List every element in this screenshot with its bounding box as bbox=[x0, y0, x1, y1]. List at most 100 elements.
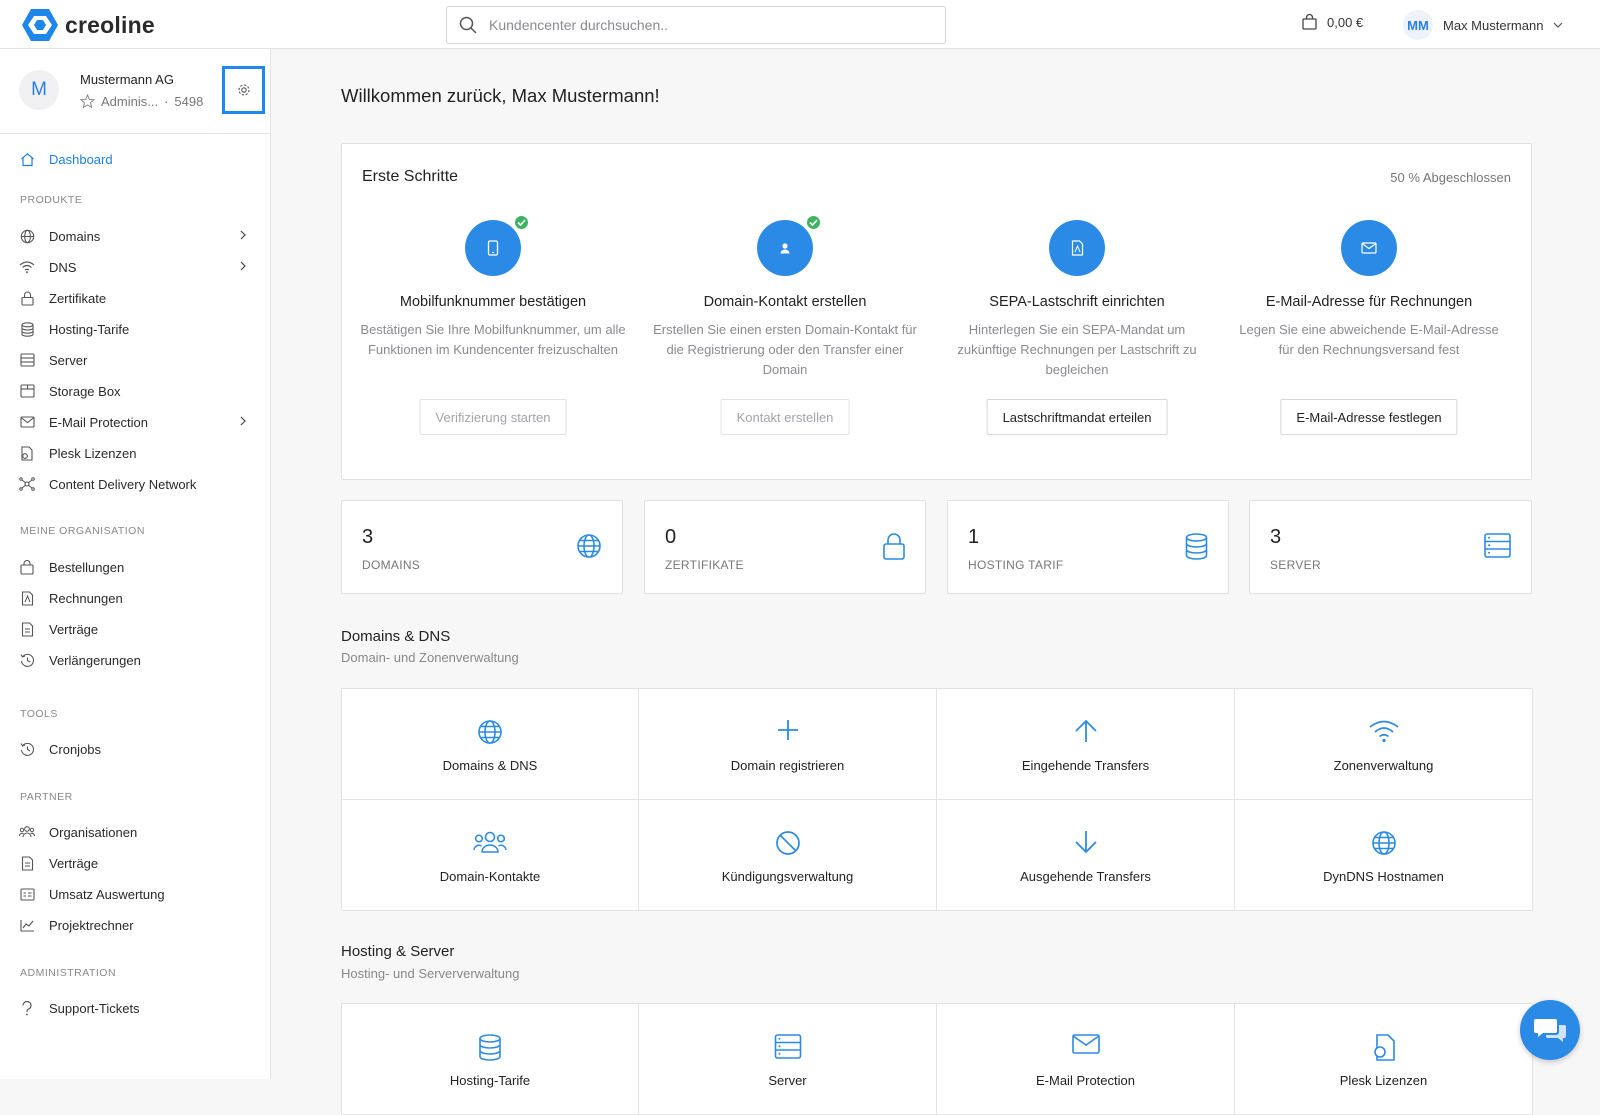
tile-label: Server bbox=[768, 1073, 807, 1088]
sidebar-item-dns[interactable]: DNS bbox=[0, 253, 270, 281]
sidebar-item-label: Dashboard bbox=[49, 151, 113, 167]
star-icon[interactable] bbox=[80, 94, 95, 109]
sidebar-item-server[interactable]: Server bbox=[0, 346, 270, 374]
sidebar-item-projektrechner[interactable]: Projektrechner bbox=[0, 911, 270, 939]
tile-zonenverwaltung[interactable]: Zonenverwaltung bbox=[1235, 689, 1533, 800]
envelope-icon bbox=[19, 416, 35, 428]
tile-server[interactable]: Server bbox=[639, 1004, 937, 1115]
sidebar-item-domains[interactable]: Domains bbox=[0, 222, 270, 250]
create-contact-button[interactable]: Kontakt erstellen bbox=[720, 399, 850, 435]
cart[interactable]: 0,00 € bbox=[1302, 14, 1363, 30]
sepa-mandate-button[interactable]: Lastschriftmandat erteilen bbox=[986, 399, 1168, 435]
envelope-icon bbox=[1361, 242, 1377, 254]
tile-ausgehende-transfers[interactable]: Ausgehende Transfers bbox=[937, 800, 1235, 911]
sidebar-item-label: Umsatz Auswertung bbox=[49, 886, 165, 902]
tile-label: Ausgehende Transfers bbox=[1020, 869, 1151, 884]
chat-button[interactable] bbox=[1520, 1000, 1580, 1060]
sidebar-item-hosting-tarife[interactable]: Hosting-Tarife bbox=[0, 315, 270, 343]
sidebar-item-label: Zertifikate bbox=[49, 290, 107, 306]
database-icon bbox=[20, 321, 34, 337]
tile-domain-registrieren[interactable]: Domain registrieren bbox=[639, 689, 937, 800]
tile-domains-dns[interactable]: Domains & DNS bbox=[342, 689, 639, 800]
stat-value: 0 bbox=[665, 526, 677, 548]
sidebar-item-rechnungen[interactable]: Rechnungen bbox=[0, 584, 270, 612]
tile-dyndns-hostnamen[interactable]: DynDNS Hostnamen bbox=[1235, 800, 1533, 911]
user-name: Max Mustermann bbox=[1443, 17, 1544, 33]
wifi-icon bbox=[1368, 720, 1399, 743]
stat-card-domains[interactable]: 3 DOMAINS bbox=[341, 500, 623, 594]
network-icon bbox=[19, 477, 35, 491]
set-email-button[interactable]: E-Mail-Adresse festlegen bbox=[1280, 399, 1458, 435]
brand-name: creoline bbox=[65, 11, 155, 38]
tile-hosting-tarife[interactable]: Hosting-Tarife bbox=[342, 1004, 639, 1115]
org-settings-button[interactable] bbox=[222, 66, 265, 114]
sidebar-item-email-protection[interactable]: E-Mail Protection bbox=[0, 408, 270, 436]
step-description: Erstellen Sie einen ersten Domain-Kontak… bbox=[653, 322, 917, 377]
tile-label: Zonenverwaltung bbox=[1333, 758, 1434, 773]
search-box[interactable] bbox=[446, 6, 946, 44]
sidebar-item-partner-vertraege[interactable]: Verträge bbox=[0, 849, 270, 877]
org-avatar: M bbox=[19, 70, 59, 110]
sidebar-item-organisationen[interactable]: Organisationen bbox=[0, 818, 270, 846]
top-bar: creoline 0,00 € MM Max Mustermann bbox=[0, 0, 1600, 49]
pdf-document-icon bbox=[21, 590, 33, 606]
sidebar-item-support-tickets[interactable]: Support-Tickets bbox=[0, 994, 270, 1022]
tile-domain-kontakte[interactable]: Domain-Kontakte bbox=[342, 800, 639, 911]
sidebar-item-umsatz-auswertung[interactable]: Umsatz Auswertung bbox=[0, 880, 270, 908]
sidebar-item-dashboard[interactable]: Dashboard bbox=[0, 145, 270, 173]
tile-plesk-lizenzen[interactable]: Plesk Lizenzen bbox=[1235, 1004, 1533, 1115]
sidebar-item-cdn[interactable]: Content Delivery Network bbox=[0, 470, 270, 498]
check-icon bbox=[805, 214, 822, 231]
stat-card-server[interactable]: 3 SERVER bbox=[1249, 500, 1532, 594]
logo[interactable]: creoline bbox=[22, 8, 155, 42]
sidebar-item-label: Domains bbox=[49, 228, 101, 244]
stat-card-hosting[interactable]: 1 HOSTING TARIF bbox=[947, 500, 1229, 594]
stat-value: 3 bbox=[1270, 526, 1282, 548]
user-menu[interactable]: MM Max Mustermann bbox=[1403, 10, 1563, 40]
server-icon bbox=[1484, 533, 1511, 558]
users-icon bbox=[19, 826, 35, 838]
tile-label: Domains & DNS bbox=[442, 758, 538, 773]
sidebar-item-storage-box[interactable]: Storage Box bbox=[0, 377, 270, 405]
search-input[interactable] bbox=[489, 17, 909, 33]
stat-card-zertifikate[interactable]: 0 ZERTIFIKATE bbox=[644, 500, 926, 594]
chat-bubbles-icon bbox=[1534, 1019, 1566, 1042]
license-icon bbox=[1373, 1034, 1395, 1061]
first-steps-progress: 50 % Abgeschlossen bbox=[1390, 170, 1511, 185]
history-icon bbox=[20, 653, 34, 667]
section-title-hosting: Hosting & Server bbox=[341, 943, 455, 960]
sidebar-item-cronjobs[interactable]: Cronjobs bbox=[0, 735, 270, 763]
globe-icon bbox=[20, 229, 34, 243]
ban-icon bbox=[775, 831, 800, 855]
verify-start-button[interactable]: Verifizierung starten bbox=[419, 399, 567, 435]
step-title: SEPA-Lastschrift einrichten bbox=[989, 294, 1165, 310]
sidebar-item-label: Bestellungen bbox=[49, 559, 125, 575]
sidebar-item-label: Content Delivery Network bbox=[49, 476, 197, 492]
question-icon bbox=[22, 1000, 32, 1015]
sidebar-item-label: Hosting-Tarife bbox=[49, 321, 130, 337]
globe-icon bbox=[478, 720, 502, 744]
history-icon bbox=[20, 742, 34, 756]
users-icon bbox=[473, 831, 507, 853]
tile-label: Plesk Lizenzen bbox=[1339, 1073, 1428, 1088]
sidebar-item-label: DNS bbox=[49, 259, 77, 275]
page-title: Willkommen zurück, Max Mustermann! bbox=[341, 85, 660, 106]
server-icon bbox=[19, 353, 35, 367]
tile-eingehende-transfers[interactable]: Eingehende Transfers bbox=[937, 689, 1235, 800]
sidebar-item-verlaengerungen[interactable]: Verlängerungen bbox=[0, 646, 270, 674]
search-icon bbox=[459, 16, 477, 34]
section-partner: PARTNER bbox=[20, 791, 73, 803]
tile-email-protection[interactable]: E-Mail Protection bbox=[937, 1004, 1235, 1115]
sidebar-item-plesk-lizenzen[interactable]: Plesk Lizenzen bbox=[0, 439, 270, 467]
step-title: Mobilfunknummer bestätigen bbox=[399, 294, 587, 310]
tile-kuendigungsverwaltung[interactable]: Kündigungsverwaltung bbox=[639, 800, 937, 911]
shopping-bag-icon bbox=[1302, 14, 1317, 30]
chart-line-icon bbox=[19, 919, 34, 932]
sidebar-item-vertraege[interactable]: Verträge bbox=[0, 615, 270, 643]
sidebar-item-bestellungen[interactable]: Bestellungen bbox=[0, 553, 270, 581]
globe-icon bbox=[577, 534, 601, 558]
sidebar-item-zertifikate[interactable]: Zertifikate bbox=[0, 284, 270, 312]
server-icon bbox=[774, 1034, 801, 1059]
org-name: Mustermann AG bbox=[80, 72, 174, 87]
organization-switcher[interactable]: M Mustermann AG Adminis... · 5498 bbox=[0, 49, 270, 134]
